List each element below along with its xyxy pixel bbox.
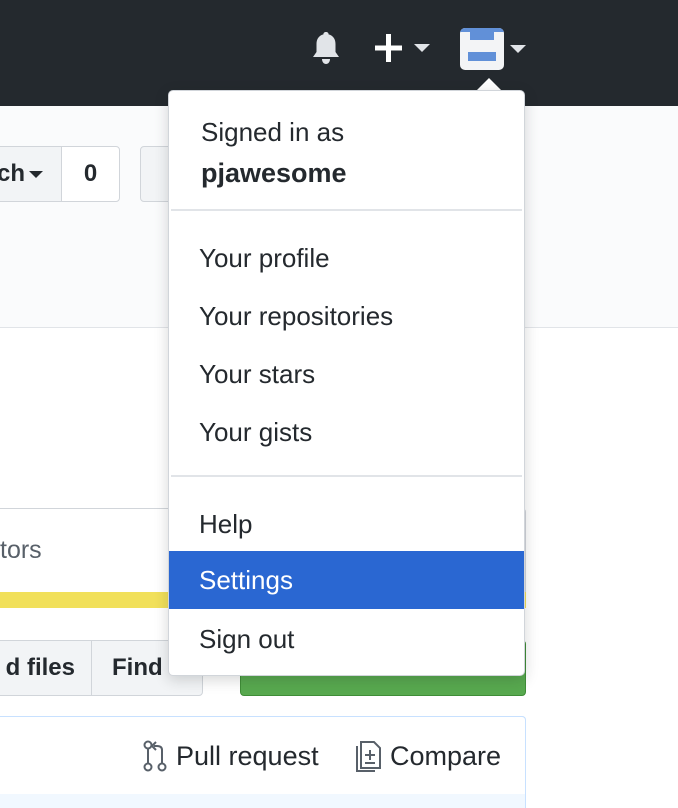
pull-request-label: Pull request [176,740,319,771]
chevron-down-icon [510,45,526,53]
branch-button-label: ch [0,160,26,187]
compare-link[interactable]: Compare [354,738,501,774]
pull-request-icon [143,740,167,772]
chevron-down-icon [29,171,44,179]
menu-item-help[interactable]: Help [169,495,524,553]
user-menu-button[interactable] [460,28,530,72]
pull-request-link[interactable]: Pull request [142,738,319,774]
plus-icon [375,34,402,62]
username: pjawesome [201,158,347,188]
branch-select-button[interactable]: ch [0,146,62,202]
count-badge[interactable]: 0 [61,146,120,202]
create-new-button[interactable] [374,32,434,66]
avatar-icon [460,28,504,70]
bell-icon [313,32,339,64]
menu-item-settings[interactable]: Settings [169,551,524,609]
menu-item-your-profile[interactable]: Your profile [169,229,524,287]
contributors-link[interactable]: tors [0,536,42,565]
user-dropdown-menu: Signed in as pjawesome Your profile Your… [168,90,525,676]
menu-divider [171,475,522,477]
chevron-down-icon [414,44,430,52]
upload-files-button[interactable]: d files [0,640,92,696]
signed-in-label: Signed in as [201,117,345,147]
menu-item-your-gists[interactable]: Your gists [169,403,524,461]
compare-label: Compare [390,740,502,771]
menu-divider [171,209,522,211]
menu-item-your-stars[interactable]: Your stars [169,345,524,403]
menu-item-your-repositories[interactable]: Your repositories [169,287,524,345]
compare-icon [356,741,381,772]
menu-item-sign-out[interactable]: Sign out [169,610,524,668]
notifications-bell-icon[interactable] [310,30,342,66]
